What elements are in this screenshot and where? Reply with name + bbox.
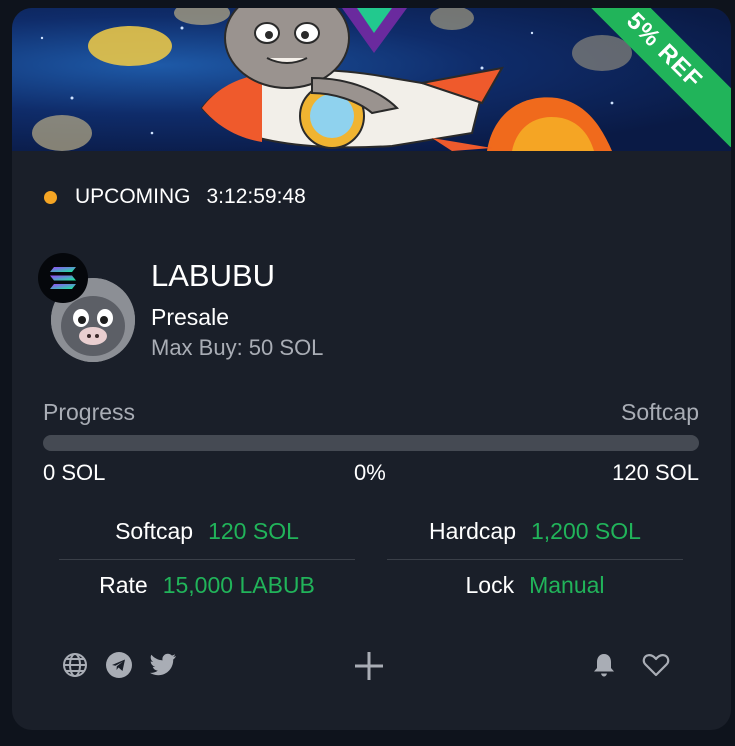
solana-icon: [38, 253, 88, 303]
social-links: [61, 651, 193, 679]
progress-start-value: 0 SOL: [43, 460, 106, 485]
progress-end-value: 120 SOL: [612, 460, 699, 485]
globe-icon[interactable]: [61, 651, 89, 679]
stat-hardcap-label: Hardcap: [429, 518, 516, 544]
stat-softcap-label: Softcap: [115, 518, 194, 544]
sale-status: UPCOMING 3:12:59:48: [44, 185, 306, 209]
presale-card[interactable]: 5% REF UPCOMING 3:12:59:48 LABUBU Presal…: [12, 8, 731, 730]
max-buy: Max Buy: 50 SOL: [151, 335, 324, 360]
stat-lock: Lock Manual: [387, 572, 683, 599]
status-dot: [44, 190, 57, 204]
stat-divider: [387, 559, 683, 560]
token-name[interactable]: LABUBU: [151, 258, 275, 294]
progress-bar: [43, 435, 699, 451]
stat-divider: [59, 559, 355, 560]
heart-icon[interactable]: [642, 651, 670, 679]
bell-icon[interactable]: [590, 651, 618, 679]
banner-image: 5% REF: [12, 8, 731, 151]
status-label: UPCOMING: [75, 185, 191, 208]
stat-rate-value: 15,000 LABUB: [162, 572, 315, 598]
telegram-icon[interactable]: [105, 651, 133, 679]
stat-softcap-value: 120 SOL: [208, 518, 299, 544]
progress-percent: 0%: [354, 460, 386, 485]
stat-hardcap: Hardcap 1,200 SOL: [387, 518, 683, 545]
token-avatar-group: [38, 253, 140, 365]
plus-icon[interactable]: [354, 651, 384, 681]
card-actions: [590, 651, 670, 679]
stat-lock-value: Manual: [529, 572, 605, 598]
stat-hardcap-value: 1,200 SOL: [530, 518, 641, 544]
stat-lock-label: Lock: [465, 572, 515, 598]
progress-target-label: Softcap: [621, 399, 699, 425]
twitter-icon[interactable]: [149, 651, 177, 679]
countdown-timer: 3:12:59:48: [206, 185, 306, 208]
progress-label: Progress: [43, 399, 136, 425]
stat-rate-label: Rate: [99, 572, 148, 598]
stat-softcap: Softcap 120 SOL: [59, 518, 355, 545]
stat-rate: Rate 15,000 LABUB: [59, 572, 355, 599]
sale-type: Presale: [151, 304, 229, 330]
